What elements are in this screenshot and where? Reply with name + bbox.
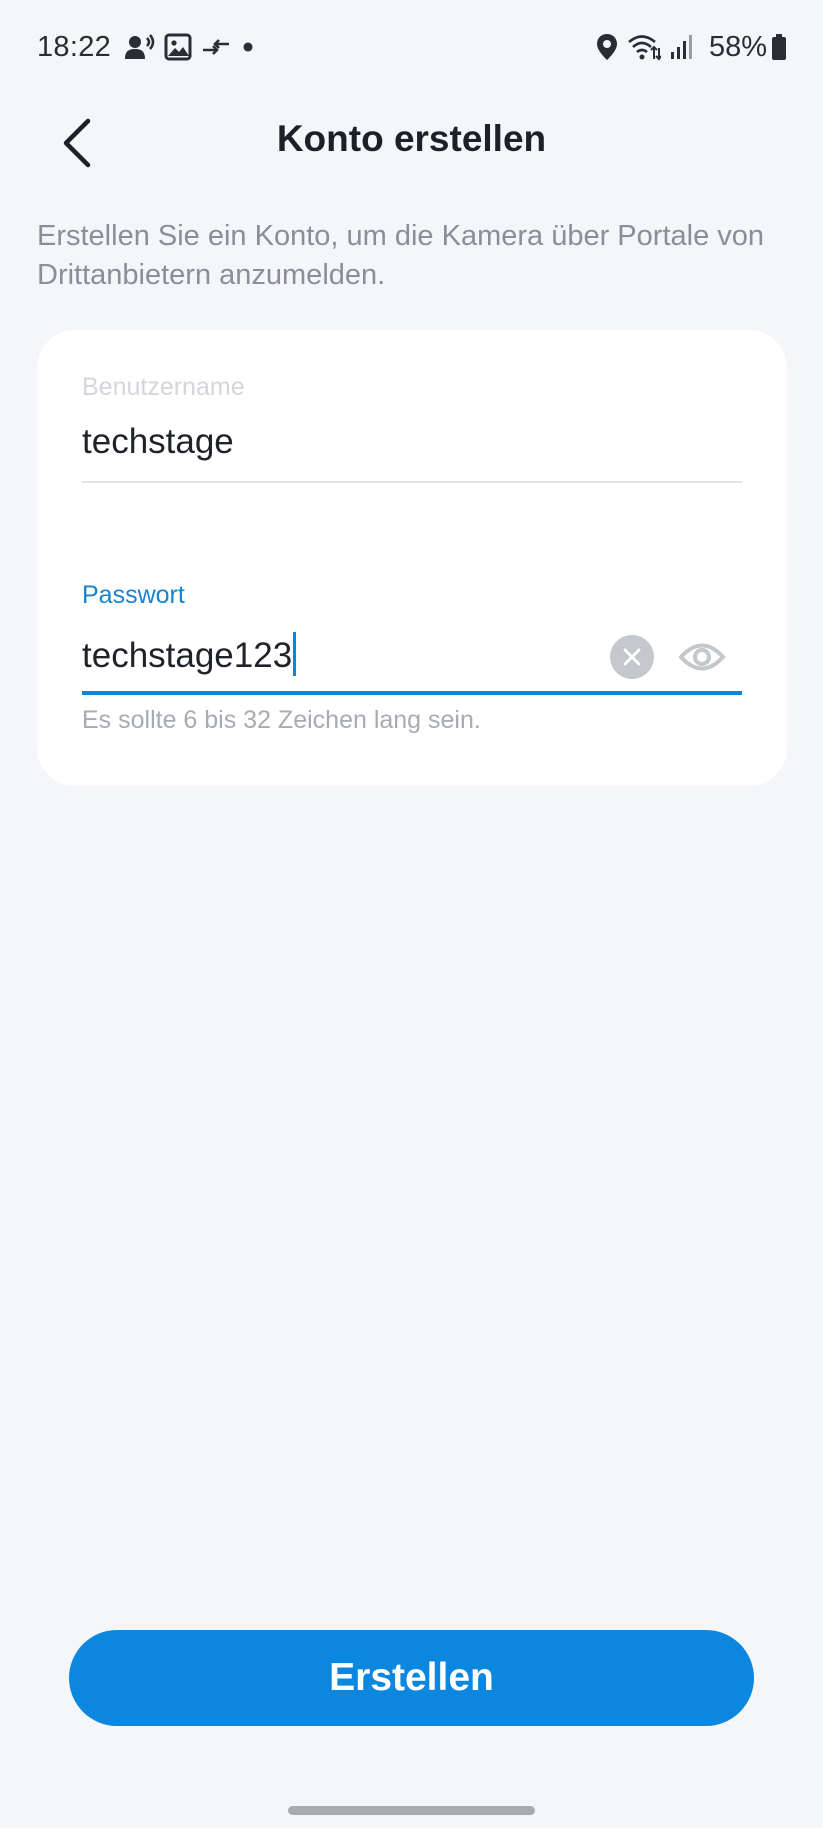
username-underline [82,481,742,483]
create-account-screen: 18:22 58% Konto erstellen Erstellen Sie … [0,0,823,1828]
username-input[interactable] [82,420,742,464]
username-field: Benutzername [82,372,742,512]
eye-icon [678,643,726,671]
speaker-phone-icon [125,33,155,61]
password-value: techstage123 [82,636,293,675]
status-bar: 18:22 58% [0,0,823,94]
notification-dot-icon [240,39,256,55]
data-transfer-icon [201,35,231,59]
battery-icon [771,33,787,61]
signal-icon [670,34,694,60]
create-account-button[interactable]: Erstellen [69,1630,754,1726]
home-indicator[interactable] [288,1806,535,1815]
password-helper-text: Es sollte 6 bis 32 Zeichen lang sein. [82,706,481,734]
page-title: Konto erstellen [276,118,547,159]
app-bar: Konto erstellen [0,94,823,188]
password-label: Passwort [82,581,185,609]
password-underline [82,691,742,695]
account-form-card: Benutzername Passwort techstage123 [37,330,787,786]
status-left: 18:22 [37,31,265,64]
battery-percent: 58% [708,30,767,63]
clear-password-button[interactable] [610,635,654,679]
gallery-icon [164,33,192,61]
description-text: Erstellen Sie ein Konto, um die Kamera ü… [37,220,765,291]
toggle-password-visibility-button[interactable] [676,635,728,679]
wifi-icon [627,33,661,61]
status-time: 18:22 [37,30,112,63]
text-caret [293,632,297,676]
close-icon [623,648,641,666]
username-label: Benutzername [82,373,245,401]
password-field: Passwort techstage123 Es sollte 6 bis 32… [82,580,742,740]
status-right: 58% [596,31,787,64]
location-icon [596,33,618,61]
password-input[interactable]: techstage123 [82,628,742,684]
